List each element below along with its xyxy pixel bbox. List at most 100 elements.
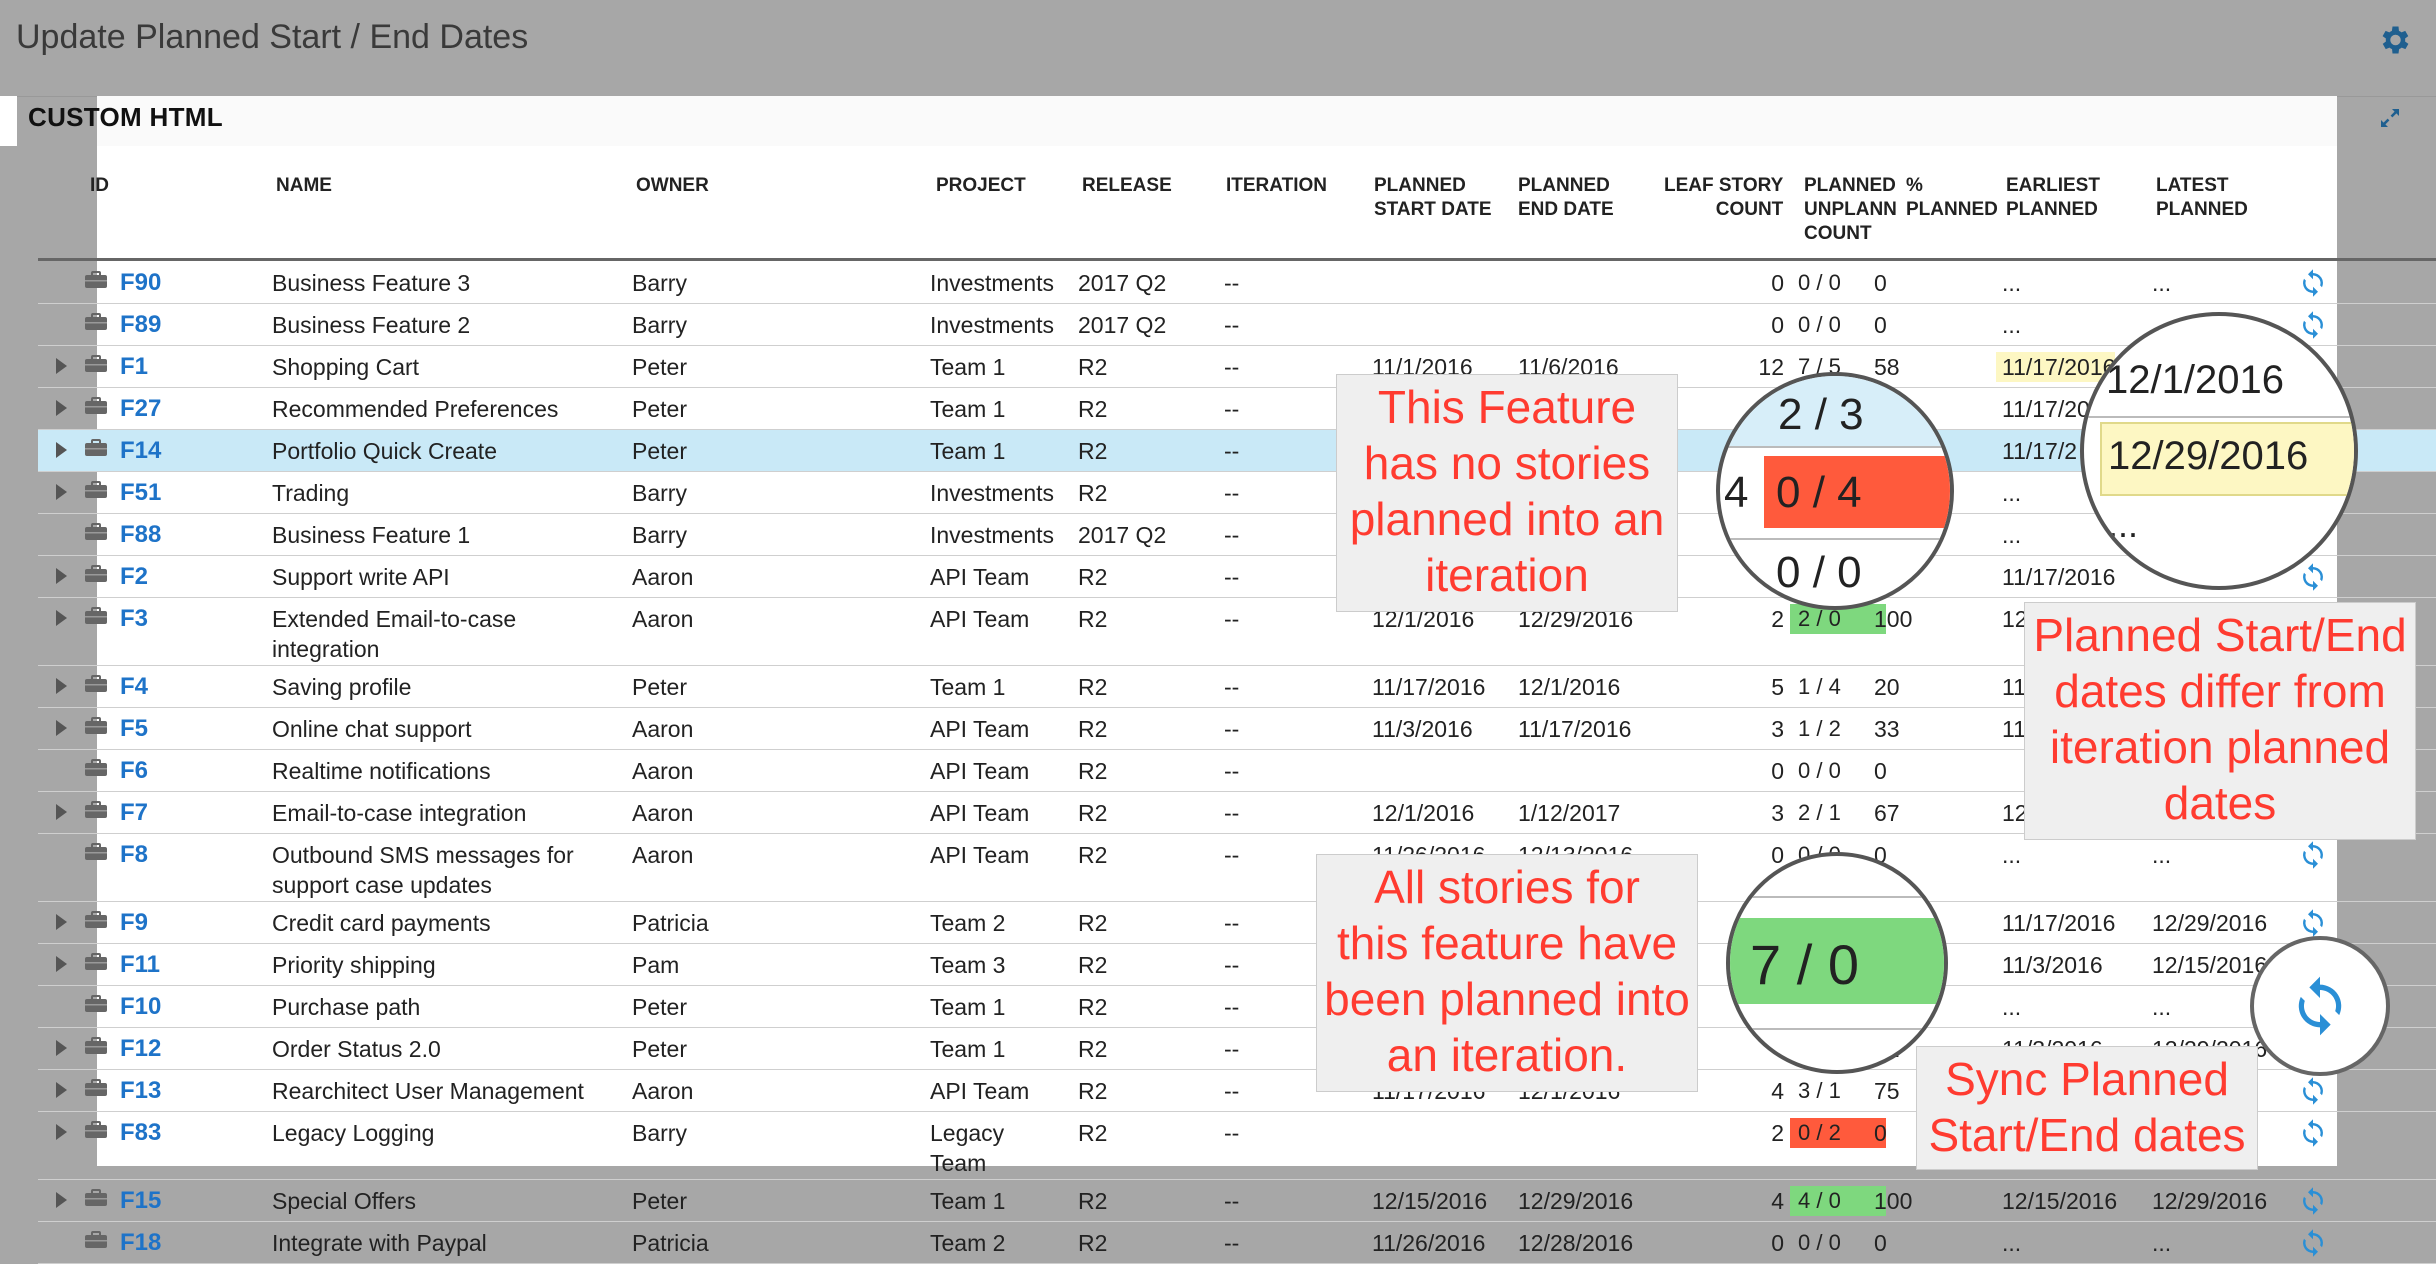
cell-release: R2 bbox=[1078, 910, 1108, 936]
feature-id-link[interactable]: F6 bbox=[120, 756, 148, 786]
table-row[interactable]: F2Support write APIAaronAPI TeamR2--011/… bbox=[38, 556, 2436, 598]
column-header-iteration[interactable]: ITERATION bbox=[1226, 174, 1327, 198]
feature-id-link[interactable]: F51 bbox=[120, 478, 161, 508]
table-row[interactable]: F90 Business Feature 3 Barry Investments 201… bbox=[38, 262, 2436, 304]
expand-arrow-icon[interactable] bbox=[56, 610, 67, 626]
column-header-name[interactable]: NAME bbox=[276, 174, 332, 198]
feature-id-link[interactable]: F18 bbox=[120, 1228, 161, 1258]
feature-id-link[interactable]: F14 bbox=[120, 436, 161, 466]
table-row[interactable]: F27 Recommended Preferences Peter Team 1 R2 -… bbox=[38, 388, 2436, 430]
feature-id-link[interactable]: F1 bbox=[120, 352, 148, 382]
cell-project: Investments bbox=[930, 312, 1054, 338]
feature-id-link[interactable]: F13 bbox=[120, 1076, 161, 1106]
expand-arrow-icon[interactable] bbox=[56, 400, 67, 416]
expand-arrow-icon[interactable] bbox=[56, 442, 67, 458]
cell-release: 2017 Q2 bbox=[1078, 270, 1167, 296]
feature-id-link[interactable]: F5 bbox=[120, 714, 148, 744]
column-header-early[interactable]: EARLIEST PLANNED bbox=[2006, 174, 2100, 222]
sync-icon[interactable] bbox=[2298, 562, 2328, 592]
cell-release: R2 bbox=[1078, 438, 1108, 464]
expand-arrow-icon[interactable] bbox=[56, 1192, 67, 1208]
briefcase-icon bbox=[84, 953, 108, 971]
briefcase-icon bbox=[84, 607, 108, 625]
sync-icon[interactable] bbox=[2298, 268, 2328, 298]
cell-iteration: -- bbox=[1224, 800, 1240, 826]
lens-more: ... bbox=[2108, 504, 2139, 545]
sync-icon[interactable] bbox=[2298, 1186, 2328, 1216]
header-divider bbox=[38, 258, 2436, 261]
feature-id-link[interactable]: F8 bbox=[120, 840, 148, 870]
column-header-project[interactable]: PROJECT bbox=[936, 174, 1026, 198]
cell-project: Team 2 bbox=[930, 910, 1006, 936]
cell-owner: Patricia bbox=[632, 1230, 709, 1256]
column-header-id[interactable]: ID bbox=[90, 174, 109, 198]
sync-icon[interactable] bbox=[2298, 840, 2328, 870]
sync-icon[interactable] bbox=[2298, 310, 2328, 340]
feature-id-link[interactable]: F89 bbox=[120, 310, 161, 340]
gear-icon[interactable] bbox=[2376, 22, 2412, 58]
expand-arrow-icon[interactable] bbox=[56, 804, 67, 820]
feature-id-link[interactable]: F2 bbox=[120, 562, 148, 592]
column-header-release[interactable]: RELEASE bbox=[1082, 174, 1172, 198]
cell-name: Priority shipping bbox=[272, 952, 436, 978]
expand-arrow-icon[interactable] bbox=[56, 1082, 67, 1098]
column-header-owner[interactable]: OWNER bbox=[636, 174, 709, 198]
expand-arrow-icon[interactable] bbox=[56, 568, 67, 584]
sync-icon[interactable] bbox=[2298, 1076, 2328, 1106]
column-header-pend[interactable]: PLANNED END DATE bbox=[1518, 174, 1614, 222]
feature-id-link[interactable]: F4 bbox=[120, 672, 148, 702]
table-row[interactable]: F14 Portfolio Quick Create Peter Team 1 R2 --… bbox=[38, 430, 2436, 472]
feature-id-link[interactable]: F7 bbox=[120, 798, 148, 828]
feature-id-link[interactable]: F9 bbox=[120, 908, 148, 938]
feature-id-link[interactable]: F11 bbox=[120, 950, 160, 980]
feature-id-link[interactable]: F15 bbox=[120, 1186, 161, 1216]
cell-release: R2 bbox=[1078, 1230, 1108, 1256]
table-row[interactable]: F10 Purchase path Peter Team 1 R2 --...... bbox=[38, 986, 2436, 1028]
magnifier-green: 7 / 0 bbox=[1726, 852, 1948, 1074]
cell-project: API Team bbox=[930, 842, 1030, 868]
feature-id-link[interactable]: F83 bbox=[120, 1118, 161, 1148]
table-row[interactable]: F88 Business Feature 1 Barry Investments 201… bbox=[38, 514, 2436, 556]
sync-icon-large[interactable] bbox=[2288, 974, 2352, 1038]
feature-id-link[interactable]: F88 bbox=[120, 520, 161, 550]
cell-pstart: 11/26/2016 bbox=[1372, 1230, 1486, 1256]
feature-id-link[interactable]: F10 bbox=[120, 992, 161, 1022]
table-row[interactable]: F89 Business Feature 2 Barry Investments 201… bbox=[38, 304, 2436, 346]
column-header-pstart[interactable]: PLANNED START DATE bbox=[1374, 174, 1492, 222]
expand-arrow-icon[interactable] bbox=[56, 678, 67, 694]
cell-name: Portfolio Quick Create bbox=[272, 438, 497, 464]
lens-green-count: 7 / 0 bbox=[1750, 933, 1859, 996]
expand-arrow-icon[interactable] bbox=[56, 720, 67, 736]
expand-arrow-icon[interactable] bbox=[56, 358, 67, 374]
table-row[interactable]: F11 Priority shipping Pam Team 3 R2 -- 11/3/20… bbox=[38, 944, 2436, 986]
feature-id-link[interactable]: F27 bbox=[120, 394, 161, 424]
table-row[interactable]: F8 Outbound SMS messages for support case… bbox=[38, 834, 2436, 902]
expand-arrow-icon[interactable] bbox=[56, 956, 67, 972]
table-row[interactable]: F51 Trading Barry Investments R2 --... bbox=[38, 472, 2436, 514]
feature-id-link[interactable]: F90 bbox=[120, 268, 161, 298]
sync-icon[interactable] bbox=[2298, 1228, 2328, 1258]
sync-icon[interactable] bbox=[2298, 908, 2328, 938]
column-header-late[interactable]: LATEST PLANNED bbox=[2156, 174, 2248, 222]
table-row[interactable]: F18 Integrate with Paypal Patricia Team 2 R2… bbox=[38, 1222, 2436, 1264]
expand-arrow-icon[interactable] bbox=[56, 914, 67, 930]
feature-id-link[interactable]: F12 bbox=[120, 1034, 161, 1064]
briefcase-icon bbox=[84, 1189, 108, 1207]
expand-arrow-icon[interactable] bbox=[56, 1124, 67, 1140]
feature-id-link[interactable]: F3 bbox=[120, 604, 148, 634]
table-row[interactable]: F1 Shopping Cart Peter Team 1 R2 -- 11/1/2016 1… bbox=[38, 346, 2436, 388]
callout-no-stories: This Feature has no stories planned into… bbox=[1336, 374, 1678, 612]
expand-arrow-icon[interactable] bbox=[56, 484, 67, 500]
cell-pu: 0 / 0 bbox=[1798, 270, 1841, 295]
sync-icon[interactable] bbox=[2298, 1118, 2328, 1148]
column-header-leaf[interactable]: LEAF STORY COUNT bbox=[1664, 174, 1783, 222]
column-header-pu[interactable]: PLANNED UNPLANN COUNT bbox=[1804, 174, 1897, 246]
table-row[interactable]: F15 Special Offers Peter Team 1 R2 -- 12/15/20… bbox=[38, 1180, 2436, 1222]
cell-name: Extended Email-to-case integration bbox=[272, 606, 517, 662]
cell-name: Order Status 2.0 bbox=[272, 1036, 441, 1062]
expand-arrow-icon[interactable] bbox=[56, 1040, 67, 1056]
cell-name: Special Offers bbox=[272, 1188, 417, 1214]
expand-icon[interactable] bbox=[2378, 106, 2402, 130]
column-header-pct[interactable]: % PLANNED bbox=[1906, 174, 1998, 222]
table-row[interactable]: F9 Credit card payments Patricia Team 2 R2 --… bbox=[38, 902, 2436, 944]
